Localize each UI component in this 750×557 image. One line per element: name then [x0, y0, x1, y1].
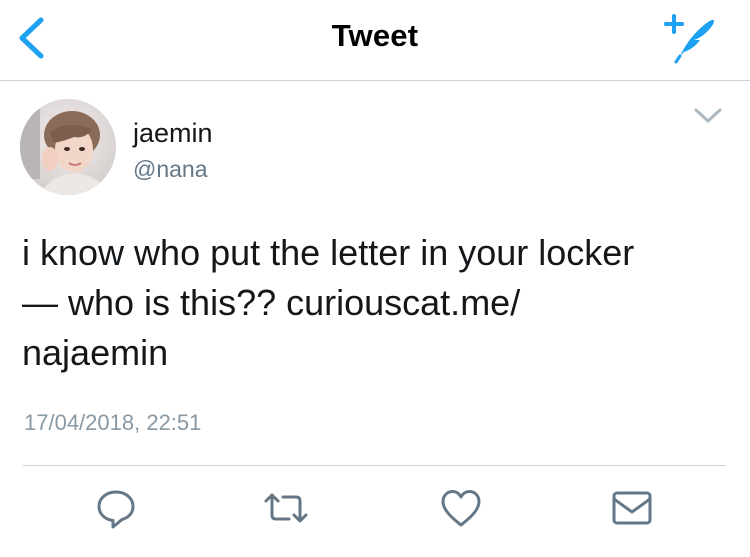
direct-message-icon	[612, 491, 652, 525]
tweet-options-button[interactable]	[692, 104, 724, 128]
direct-message-button[interactable]	[608, 484, 656, 532]
tweet-text-line: i know who put the letter in your locker	[22, 232, 635, 273]
reply-button[interactable]	[92, 484, 140, 532]
divider	[23, 465, 726, 466]
tweet-text-line: — who is this?? curiouscat.me/	[22, 282, 521, 323]
avatar[interactable]	[20, 99, 116, 195]
compose-tweet-button[interactable]	[660, 8, 720, 64]
reply-icon	[97, 490, 135, 529]
navigation-bar: Tweet	[0, 0, 750, 81]
retweet-button[interactable]	[262, 484, 310, 532]
tweet-timestamp: 17/04/2018, 22:51	[24, 410, 202, 435]
retweet-icon	[264, 493, 308, 523]
page-title: Tweet	[331, 18, 419, 53]
tweet-text: i know who put the letter in your locker…	[22, 228, 737, 378]
like-button[interactable]	[437, 484, 485, 532]
display-name[interactable]: jaemin	[133, 118, 213, 149]
like-icon	[441, 490, 481, 527]
chevron-down-icon	[694, 108, 722, 123]
compose-tweet-icon	[664, 14, 715, 64]
profile-photo	[20, 99, 116, 195]
tweet-text-line: najaemin	[22, 332, 169, 373]
user-handle[interactable]: @nana	[133, 156, 208, 183]
tweet-actions-bar	[0, 484, 750, 540]
